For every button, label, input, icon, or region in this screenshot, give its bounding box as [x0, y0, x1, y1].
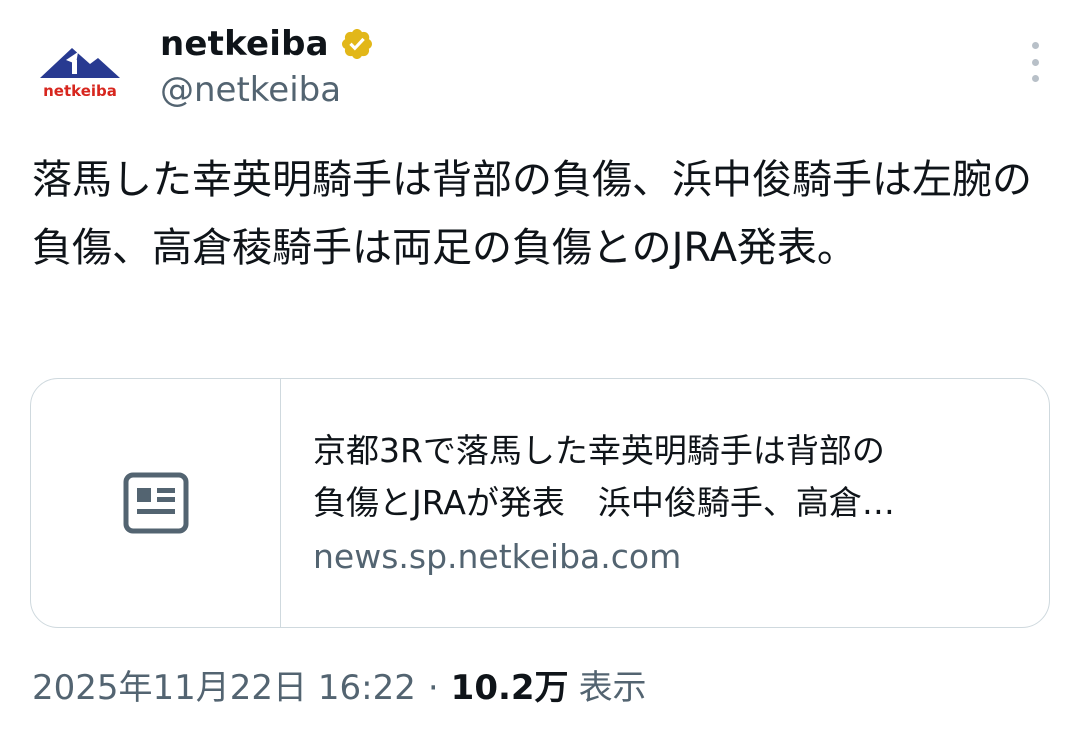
more-vertical-icon[interactable] [1024, 42, 1046, 82]
logo-wordmark: netkeiba [43, 82, 117, 100]
card-title: 京都3Rで落馬した幸英明騎手は背部の 負傷とJRAが発表 浜中俊騎手、高倉… [313, 425, 1019, 529]
views-count[interactable]: 10.2万 [451, 663, 569, 713]
netkeiba-logo-icon: netkeiba [40, 48, 120, 100]
timestamp[interactable]: 2025年11月22日 16:22 [32, 663, 416, 713]
display-name[interactable]: netkeiba [160, 24, 329, 64]
verified-gold-badge-icon[interactable] [339, 26, 375, 62]
tweet-meta: 2025年11月22日 16:22 · 10.2万 表示 [32, 663, 647, 713]
separator: · [427, 668, 439, 708]
more-dot [1031, 75, 1039, 82]
name-row: netkeiba [160, 22, 375, 66]
views-label: 表示 [578, 668, 647, 708]
avatar[interactable]: netkeiba [32, 30, 128, 126]
link-card[interactable]: 京都3Rで落馬した幸英明騎手は背部の 負傷とJRAが発表 浜中俊騎手、高倉… n… [30, 378, 1050, 628]
card-title-line: 負傷とJRAが発表 浜中俊騎手、高倉… [313, 483, 895, 522]
article-icon [123, 472, 188, 534]
handle[interactable]: @netkeiba [160, 70, 341, 110]
card-body: 京都3Rで落馬した幸英明騎手は背部の 負傷とJRAが発表 浜中俊騎手、高倉… n… [281, 379, 1049, 627]
more-dot [1031, 58, 1039, 66]
card-title-line: 京都3Rで落馬した幸英明騎手は背部の [313, 431, 885, 470]
tweet: netkeiba netkeiba @netkeiba 落馬した幸英明騎手は背部… [0, 0, 1080, 733]
card-thumbnail [31, 379, 281, 627]
tweet-text: 落馬した幸英明騎手は背部の負傷、浜中俊騎手は左腕の負傷、高倉稜騎手は両足の負傷と… [32, 157, 1032, 271]
more-dot [1031, 42, 1039, 49]
card-domain: news.sp.netkeiba.com [313, 537, 682, 576]
